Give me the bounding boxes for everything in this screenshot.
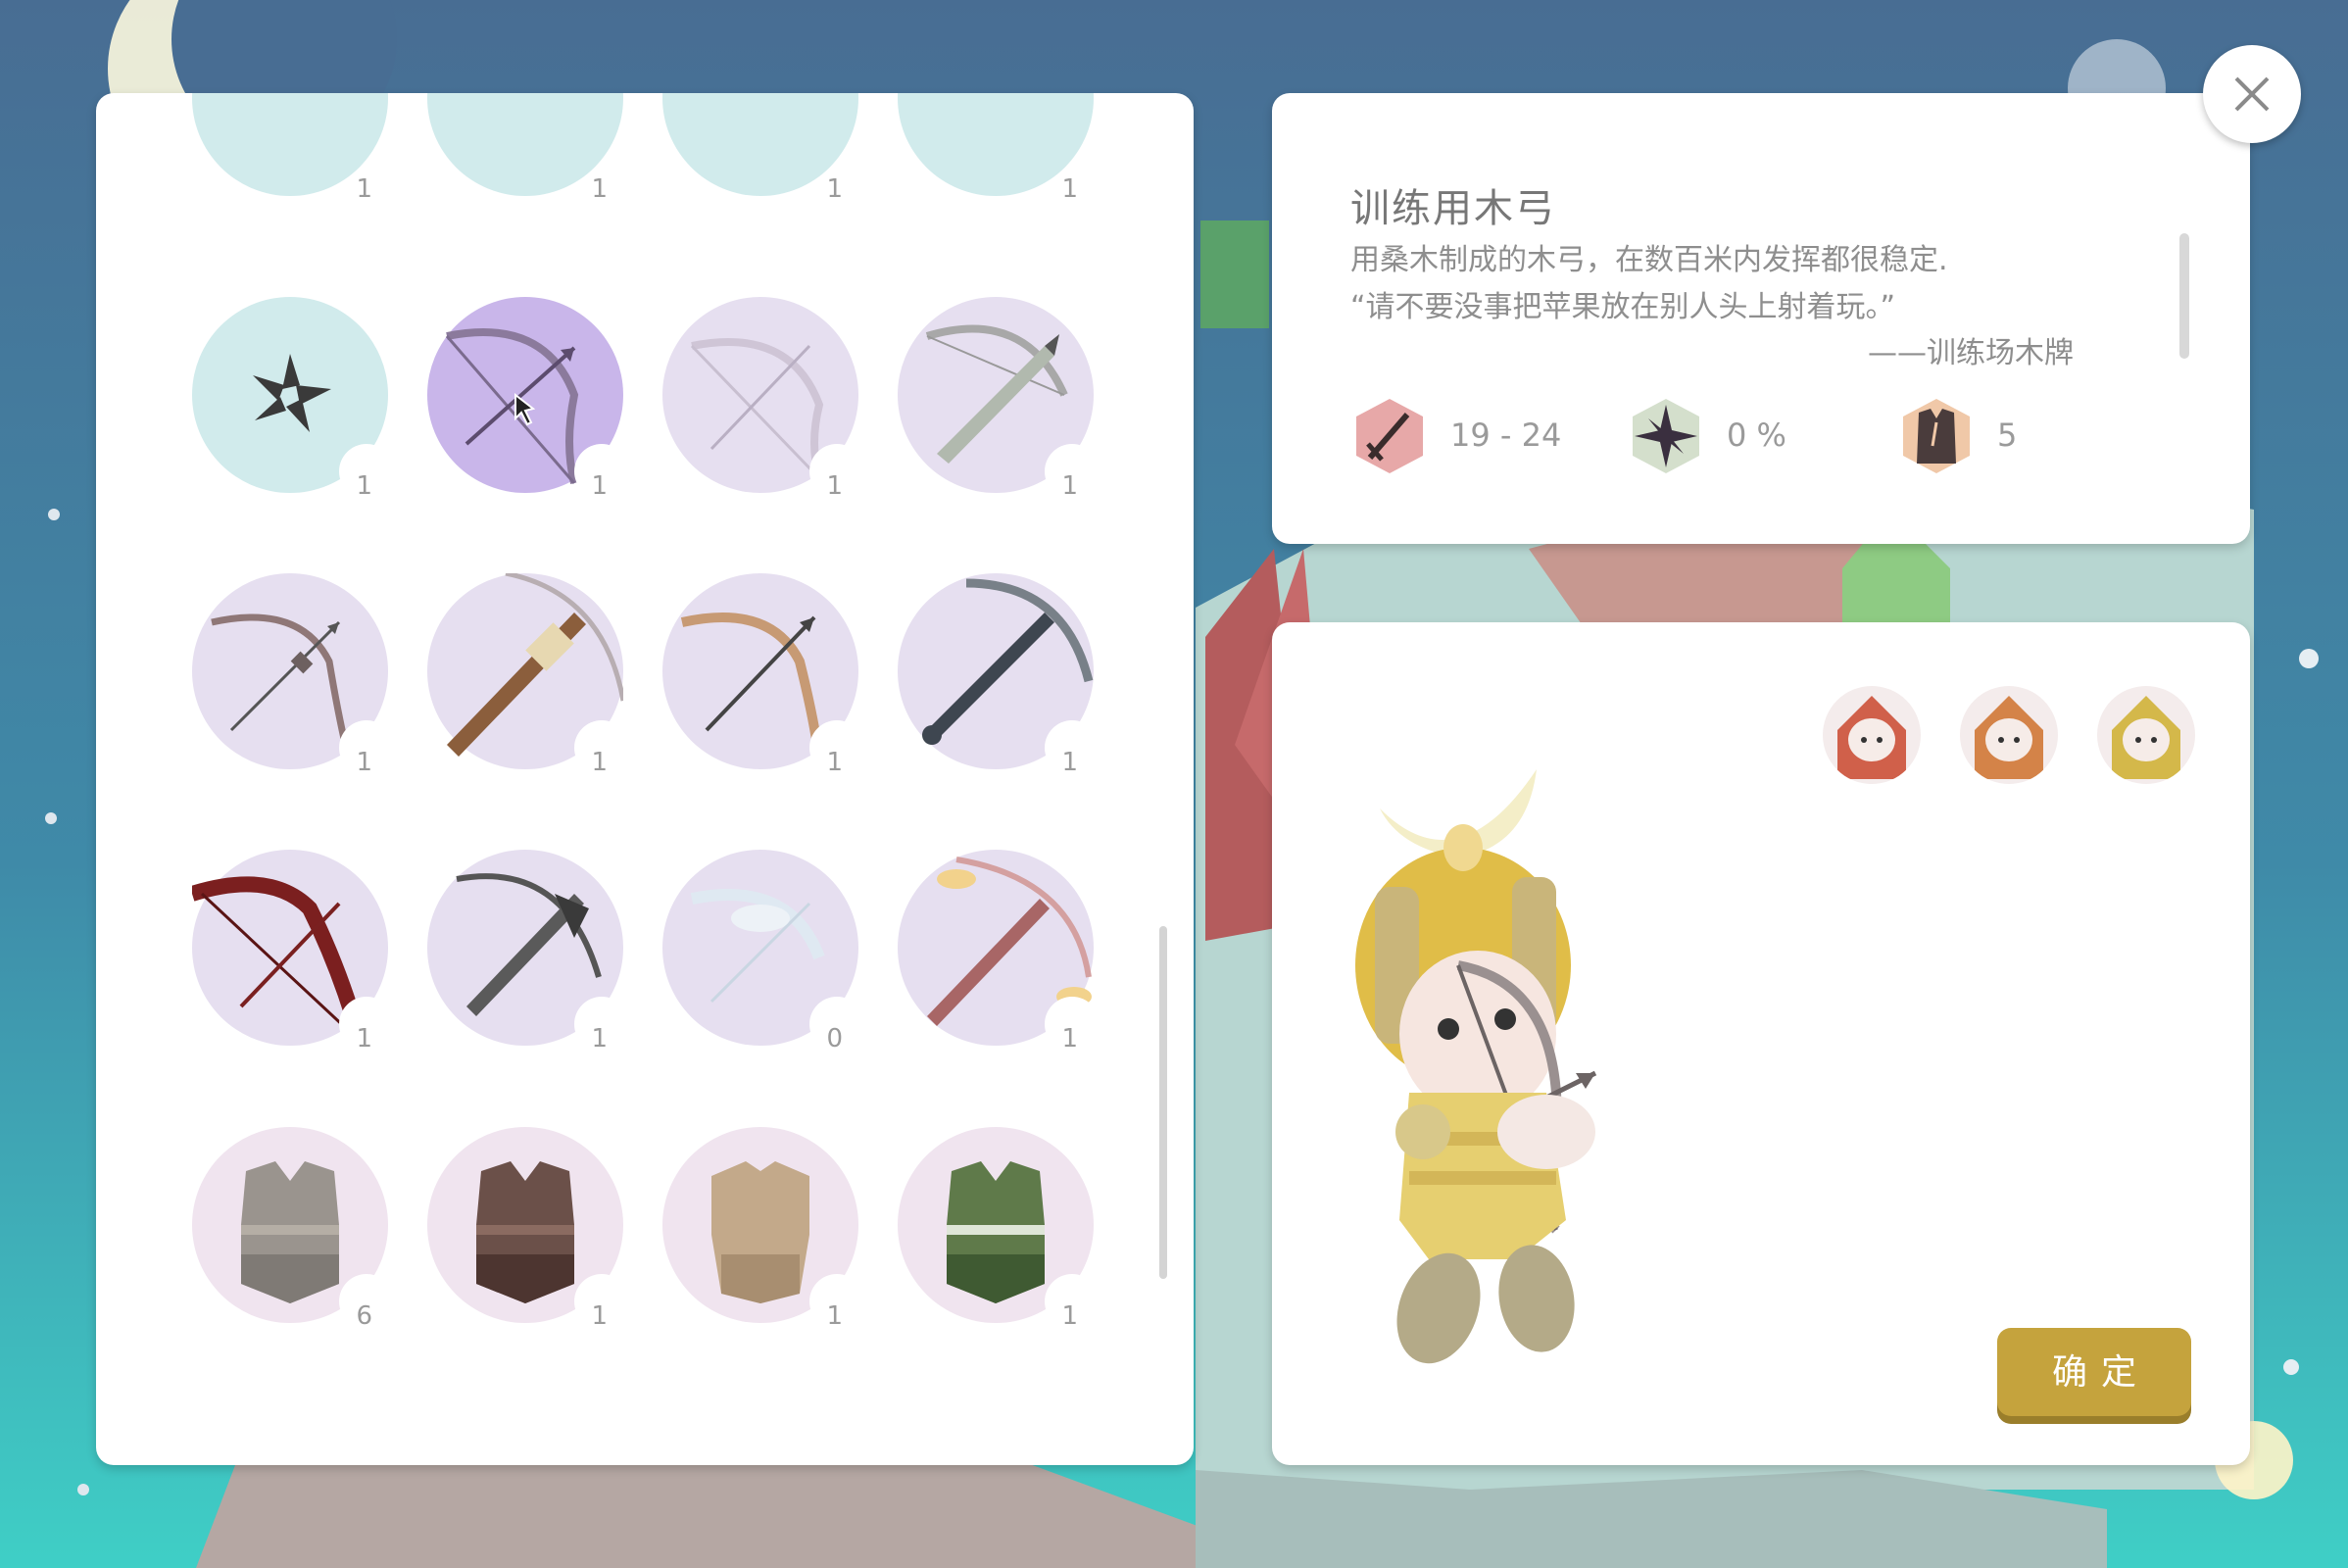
inventory-slot[interactable]: 1 [662,573,864,777]
description-scrollbar[interactable] [2179,233,2189,359]
inventory-slot[interactable]: 1 [427,1127,629,1331]
gold-hood-character-icon [2112,696,2180,779]
inventory-slot-partial[interactable]: 1 [662,93,858,204]
inventory-slot[interactable]: 1 [898,297,1100,501]
inventory-slot[interactable]: 1 [898,573,1100,777]
inventory-scrollbar[interactable] [1159,926,1167,1279]
item-quantity: 1 [1061,1024,1078,1054]
character-select-red[interactable] [1823,686,1921,784]
sword-icon [1356,399,1423,473]
crit-value: 0 % [1727,416,1786,454]
item-quantity: 1 [356,471,372,501]
close-icon [2234,76,2270,112]
orange-hood-character-icon [1975,696,2043,779]
inventory-panel: 1 1 1 1 1 1 1 1 1 1 1 1 1 1 0 1 6 1 1 1 [96,93,1194,1465]
character-preview-panel: 确定 [1272,622,2250,1465]
inventory-slot[interactable]: 1 [662,1127,864,1331]
item-quantity: 1 [591,174,608,204]
inventory-slot[interactable]: 1 [192,573,394,777]
item-quantity: 1 [356,1024,372,1054]
inventory-slot[interactable]: 1 [898,850,1100,1054]
inventory-slot[interactable]: 1 [192,850,394,1054]
item-quantity: 6 [356,1301,372,1331]
item-name: 训练用木弓 [1350,186,1556,231]
inventory-slot[interactable]: 1 [662,297,864,501]
character-select-orange[interactable] [1960,686,2058,784]
item-quantity: 1 [826,1301,843,1331]
inventory-slot[interactable]: 1 [898,1127,1100,1331]
close-button[interactable] [2203,45,2301,143]
item-quantity: 0 [826,1024,843,1054]
item-quantity: 1 [356,174,372,204]
inventory-slot-partial[interactable]: 1 [427,93,623,204]
inventory-slot-partial[interactable]: 1 [192,93,388,204]
item-quantity: 1 [826,471,843,501]
vest-icon [1903,399,1970,473]
red-hood-character-icon [1837,696,1906,779]
item-quantity: 1 [826,174,843,204]
inventory-slot[interactable]: 1 [427,850,629,1054]
item-quantity: 1 [1061,471,1078,501]
item-quote: “请不要没事把苹果放在别人头上射着玩。” [1350,290,1896,324]
item-quantity: 1 [1061,748,1078,777]
inventory-slot-selected[interactable]: 1 [427,297,629,501]
item-info-panel: 训练用木弓 用桑木制成的木弓，在数百米内发挥都很稳定. “请不要没事把苹果放在别… [1272,93,2250,544]
item-quantity: 1 [591,1301,608,1331]
inventory-slot[interactable]: 6 [192,1127,394,1331]
damage-value: 19 - 24 [1450,416,1562,454]
inventory-slot[interactable]: 1 [192,297,394,501]
confirm-button[interactable]: 确定 [1997,1328,2191,1416]
defense-value: 5 [1997,416,2018,454]
inventory-slot-partial[interactable]: 1 [898,93,1094,204]
game-scene: 1 1 1 1 1 1 1 1 1 1 1 1 1 1 0 1 6 1 1 1 … [0,0,2348,1568]
item-quote-source: ——训练场木牌 [1868,336,2074,370]
archer-character-preview [1355,769,1597,1364]
item-quantity: 1 [356,748,372,777]
item-description: 用桑木制成的木弓，在数百米内发挥都很稳定. [1350,243,1948,277]
inventory-slot[interactable]: 0 [662,850,864,1054]
item-quantity: 1 [1061,174,1078,204]
item-quantity: 1 [591,471,608,501]
item-quantity: 1 [826,748,843,777]
inventory-slot[interactable]: 1 [427,573,629,777]
star-burst-icon [1633,399,1699,473]
item-quantity: 1 [591,748,608,777]
item-quantity: 1 [591,1024,608,1054]
item-quantity: 1 [1061,1301,1078,1331]
character-select-gold[interactable] [2097,686,2195,784]
